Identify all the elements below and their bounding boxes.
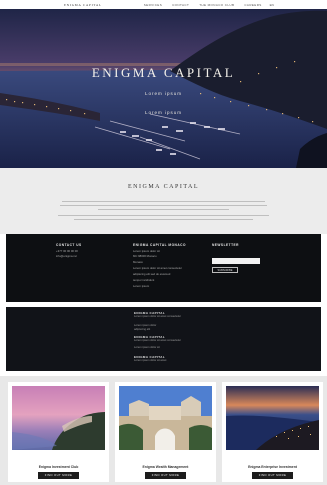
office-line: Lorem ipsum dolor sit — [133, 248, 160, 253]
locations-section: ENIGMA CAPITAL Lorem ipsum dolor sit ame… — [6, 307, 321, 371]
about-text-line — [62, 201, 265, 203]
nav-link-monaco-club[interactable]: THE MONACO CLUB — [199, 3, 234, 7]
about-section: ENIGMA CAPITAL — [0, 168, 327, 234]
card-image-coast-sunset — [12, 386, 105, 450]
card-title: Enigma Investment Club — [38, 465, 79, 469]
office-line: Lorem ipsum dolor sit amet consectetur — [133, 266, 182, 271]
card-title: Enigma Wealth Management — [142, 465, 189, 469]
service-card: Enigma Wealth Management FIND OUT MORE — [115, 382, 216, 482]
nav-link-careers[interactable]: CAREERS — [244, 3, 261, 7]
office-heading: ENIGMA CAPITAL MONACO — [133, 243, 186, 247]
location-group: ENIGMA CAPITAL Lorem ipsum dolor sit ame… — [134, 355, 166, 362]
about-title: ENIGMA CAPITAL — [127, 184, 200, 190]
office-line: adipiscing elit sed do eiusmod — [133, 272, 171, 277]
about-text-line — [60, 205, 267, 207]
contact-footer-section: CONTACT US +377 00 00 00 00 info@enigma.… — [6, 234, 321, 302]
location-line: Lorem ipsum dolor sit amet consectetur — [134, 339, 182, 342]
newsletter-email-input[interactable] — [212, 258, 260, 264]
service-card: Enigma Investment Club FIND OUT MORE — [8, 382, 109, 482]
office-line: Monaco — [133, 260, 143, 265]
find-out-more-button[interactable]: FIND OUT MORE — [38, 472, 79, 479]
card-image-casino — [119, 386, 212, 450]
about-text-line — [74, 219, 253, 221]
hero-harbor-image — [0, 9, 327, 168]
location-line: Lorem ipsum dolor sit — [134, 346, 160, 350]
location-line: Lorem ipsum dolor sit amet consectetur — [134, 315, 182, 318]
newsletter-column: NEWSLETTER — [212, 243, 239, 247]
office-line: Lorem ipsum — [133, 283, 150, 288]
office-line: MC 98000 Monaco — [133, 254, 157, 259]
hero-banner: ENIGMA CAPITAL Lorem ipsum Lorem ipsum — [0, 9, 327, 168]
hero-subtitle-1: Lorem ipsum — [144, 91, 182, 96]
find-out-more-button[interactable]: FIND OUT MORE — [252, 472, 293, 479]
about-text-line — [98, 209, 229, 211]
card-image-night-coast — [226, 386, 319, 450]
services-cards: Enigma Investment Club FIND OUT MORE Eni… — [0, 376, 327, 485]
subscribe-button[interactable]: SUBSCRIBE — [212, 267, 238, 273]
find-out-more-button[interactable]: FIND OUT MORE — [145, 472, 186, 479]
office-column: ENIGMA CAPITAL MONACO Lorem ipsum dolor … — [133, 243, 186, 288]
top-navigation: ENIGMA CAPITAL SERVICES CONTACT THE MONA… — [0, 0, 327, 9]
contact-heading: CONTACT US — [56, 243, 82, 247]
location-line: adipiscing elit — [134, 327, 151, 331]
newsletter-heading: NEWSLETTER — [212, 243, 239, 247]
contact-email[interactable]: info@enigma.mc — [56, 254, 82, 258]
language-switch[interactable]: EN — [270, 3, 274, 7]
office-line: tempor incididunt — [133, 278, 155, 283]
site-logo[interactable]: ENIGMA CAPITAL — [64, 3, 102, 7]
card-title: Enigma Enterprise Investment — [248, 465, 297, 469]
hero-subtitle-2: Lorem ipsum — [144, 110, 182, 115]
location-line: Lorem ipsum dolor sit amet — [134, 359, 167, 362]
nav-links: SERVICES CONTACT THE MONACO CLUB CAREERS — [144, 3, 262, 7]
contact-column: CONTACT US +377 00 00 00 00 info@enigma.… — [56, 243, 82, 259]
hero-title: ENIGMA CAPITAL — [91, 65, 236, 80]
contact-phone[interactable]: +377 00 00 00 00 — [56, 249, 82, 253]
service-card: Enigma Enterprise Investment FIND OUT MO… — [222, 382, 323, 482]
nav-link-contact[interactable]: CONTACT — [172, 3, 189, 7]
nav-link-services[interactable]: SERVICES — [144, 3, 162, 7]
about-text-line — [58, 215, 269, 217]
location-group: ENIGMA CAPITAL Lorem ipsum dolor sit ame… — [134, 335, 181, 350]
location-group: ENIGMA CAPITAL Lorem ipsum dolor sit ame… — [134, 311, 181, 331]
